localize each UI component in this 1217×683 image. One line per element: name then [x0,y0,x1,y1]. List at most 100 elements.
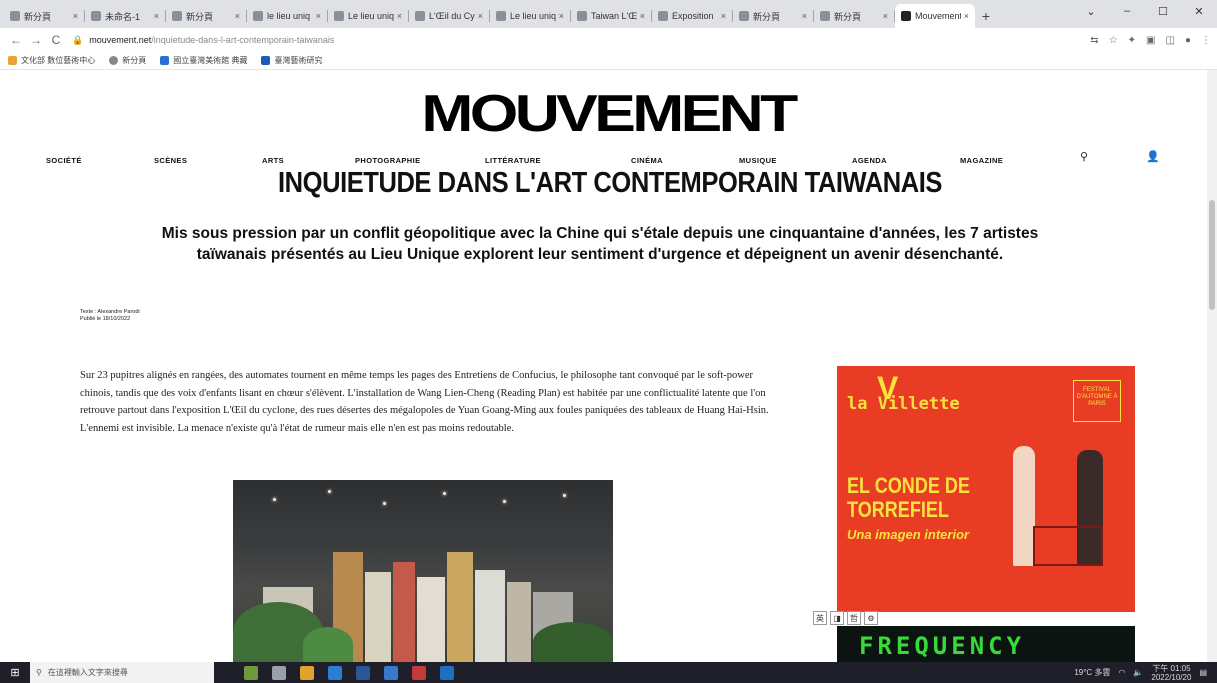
scrollbar-thumb[interactable] [1209,200,1215,310]
article-photo [233,480,613,662]
network-icon[interactable]: ◠ [1118,668,1125,677]
tab-close-icon[interactable]: × [397,11,402,21]
tab-favicon-icon [577,11,587,21]
nav-cinema[interactable]: CINÉMA [631,156,663,165]
browser-tab[interactable]: L'Œil du Cy × [409,4,490,28]
ad-control-button[interactable]: 英 [813,611,827,625]
tab-search-icon[interactable]: ⌄ [1073,0,1109,22]
tab-close-icon[interactable]: × [478,11,483,21]
tab-close-icon[interactable]: × [964,11,969,21]
tab-label: Le lieu uniq [510,11,556,21]
browser-tab[interactable]: Taiwan L'Œi × [571,4,652,28]
ad-figure [1013,446,1035,566]
nav-arts[interactable]: ARTS [262,156,284,165]
nav-litterature[interactable]: LITTÉRATURE [485,156,541,165]
app-icon[interactable] [440,665,454,680]
tab-close-icon[interactable]: × [721,11,726,21]
sidebar-icon[interactable]: ◫ [1166,35,1175,46]
browser-tab[interactable]: 未命名-1 × [85,4,166,28]
nav-societe[interactable]: SOCIÉTÉ [46,156,82,165]
browser-tab[interactable]: le lieu uniq × [247,4,328,28]
bookmark-item[interactable]: 國立臺灣美術館 典藏 [160,55,247,66]
bookmarks-bar: 文化部 數位藝術中心 新分頁 國立臺灣美術館 典藏 臺灣藝術研究 [0,52,1217,70]
file-explorer-icon[interactable] [300,665,314,680]
puzzle-icon[interactable]: ▣ [1146,35,1155,46]
profile-icon[interactable]: ● [1185,35,1191,46]
clock[interactable]: 下午 01:05 2022/10/20 [1151,664,1191,682]
nav-magazine[interactable]: MAGAZINE [960,156,1003,165]
windows-start-icon[interactable]: ⊞ [0,662,30,683]
tab-close-icon[interactable]: × [316,11,321,21]
folder-icon [8,56,17,65]
site-logo[interactable]: MOUVEMENT [354,85,863,143]
bookmark-item[interactable]: 文化部 數位藝術中心 [8,55,95,66]
translate-icon[interactable]: ⇆ [1090,35,1098,46]
nav-photographie[interactable]: PHOTOGRAPHIE [355,156,421,165]
nav-musique[interactable]: MUSIQUE [739,156,777,165]
tab-close-icon[interactable]: × [802,11,807,21]
app-icon[interactable] [244,665,258,680]
maximize-icon[interactable]: ☐ [1145,0,1181,22]
tab-favicon-icon [496,11,506,21]
tab-favicon-icon [739,11,749,21]
app-icon[interactable] [356,665,370,680]
ad-control-button[interactable]: ◨ [830,611,844,625]
tab-close-icon[interactable]: × [640,11,645,21]
app-icon[interactable] [412,665,426,680]
search-icon[interactable]: ⚲ [1080,150,1088,163]
article-author: Texte : Alexandre Parodi [80,309,140,315]
ad-banner-frequency[interactable]: FREQUENCY [837,626,1135,662]
ad-banner[interactable]: V la Villette FESTIVAL D'AUTOMNE À PARIS… [837,366,1135,612]
notification-icon[interactable]: ▤ [1199,668,1207,677]
ad-controls: 英 ◨ 哲 ⚙ [813,610,878,626]
browser-tab[interactable]: 新分頁 × [166,4,247,28]
tab-favicon-icon [10,11,20,21]
menu-icon[interactable]: ⋮ [1201,35,1211,46]
weather-text[interactable]: 19°C 多雲 [1074,667,1110,678]
browser-tab[interactable]: Mouvement × [895,4,975,28]
tab-close-icon[interactable]: × [235,11,240,21]
settings-icon[interactable]: ⚙ [864,611,878,625]
bookmark-star-icon[interactable]: ☆ [1109,35,1118,46]
photo-detail [328,490,331,493]
photo-detail [303,627,353,662]
app-icon[interactable] [384,665,398,680]
address-bar[interactable]: 🔒 mouvement.net /inquietude-dans-l-art-c… [72,31,1080,49]
nav-scenes[interactable]: SCÈNES [154,156,187,165]
chrome-icon[interactable] [328,665,342,680]
bookmark-item[interactable]: 臺灣藝術研究 [261,55,322,66]
tab-close-icon[interactable]: × [73,11,78,21]
taskbar-search[interactable]: ⚲ 在這裡輸入文字來搜尋 [30,662,214,683]
browser-tab[interactable]: 新分頁 × [4,4,85,28]
minimize-icon[interactable]: – [1109,0,1145,22]
page-scrollbar[interactable] [1207,70,1217,662]
user-icon[interactable]: 👤 [1146,150,1160,163]
browser-tab[interactable]: Exposition × [652,4,733,28]
photo-detail [443,492,446,495]
back-icon[interactable]: ← [6,33,26,47]
extension-icon[interactable]: ✦ [1128,35,1136,46]
photo-detail [533,622,613,662]
new-tab-button[interactable]: + [976,4,996,28]
tab-favicon-icon [820,11,830,21]
bookmark-icon [160,56,170,65]
browser-tab[interactable]: Le lieu uniq × [328,4,409,28]
ad-title: EL CONDE DE TORREFIEL [847,473,970,522]
tab-close-icon[interactable]: × [154,11,159,21]
article-credits: Texte : Alexandre Parodi Publié le 18/10… [80,309,140,323]
tab-close-icon[interactable]: × [559,11,564,21]
close-window-icon[interactable]: ✕ [1181,0,1217,22]
ad-control-button[interactable]: 哲 [847,611,861,625]
tab-close-icon[interactable]: × [883,11,888,21]
reload-icon[interactable]: C [46,33,66,47]
volume-icon[interactable]: 🔈 [1133,668,1143,677]
globe-icon [109,56,119,65]
nav-agenda[interactable]: AGENDA [852,156,887,165]
forward-icon[interactable]: → [26,33,46,47]
bookmark-item[interactable]: 新分頁 [109,55,146,66]
browser-tab[interactable]: 新分頁 × [733,4,814,28]
browser-tab[interactable]: 新分頁 × [814,4,895,28]
tab-label: 新分頁 [834,11,862,22]
browser-tab[interactable]: Le lieu uniq × [490,4,571,28]
task-view-icon[interactable] [272,665,286,680]
